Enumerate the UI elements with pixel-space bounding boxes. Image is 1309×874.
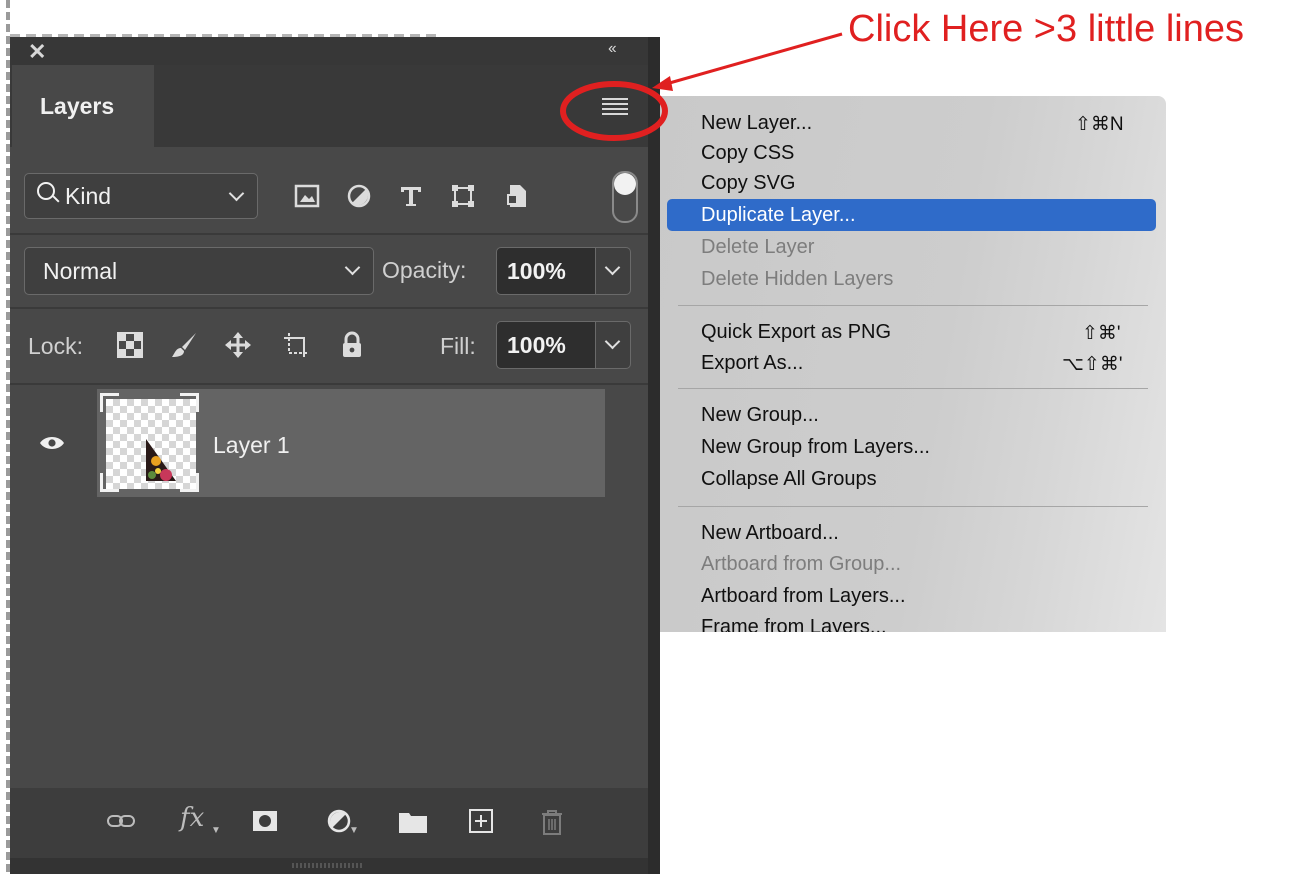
annotation-arrow-head — [652, 76, 673, 91]
annotation-arrow-line — [665, 32, 843, 86]
annotation-overlay — [560, 32, 843, 141]
annotation-circle — [560, 81, 668, 141]
